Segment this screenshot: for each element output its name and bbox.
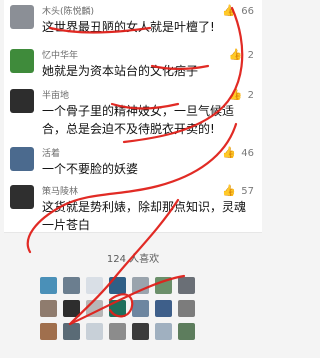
comment-list: 木头(陈悦麟) 👍 66 这世界最丑陋的女人就是叶檀了! 忆中华年 👍 2 她就…: [0, 0, 266, 358]
scribble-stroke: [108, 293, 134, 318]
scribble-stroke: [26, 122, 238, 254]
scribble-stroke: [68, 198, 180, 326]
red-scribble-overlay: [26, 6, 244, 326]
scribble-stroke: [68, 274, 186, 326]
scribble-stroke: [110, 102, 180, 110]
scribble-stroke: [150, 64, 210, 71]
scribble-stroke: [48, 26, 152, 34]
